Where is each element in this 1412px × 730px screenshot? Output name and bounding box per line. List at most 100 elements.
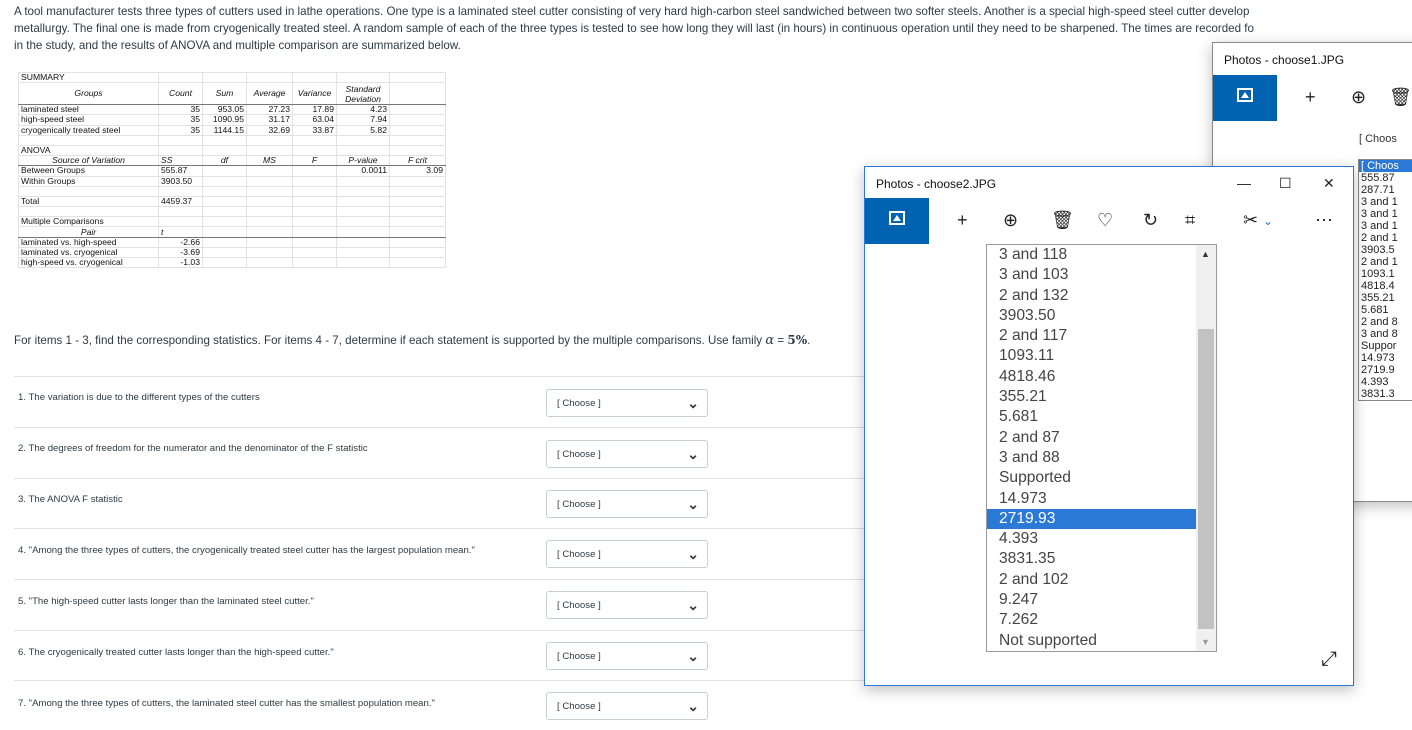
question-5-text: 5. "The high-speed cutter lasts longer t… (18, 596, 314, 607)
dropdown-option[interactable]: 2 and 8 (1359, 316, 1412, 328)
chevron-down-icon: ⌄ (687, 446, 699, 462)
dropdown-option[interactable]: 2 and 102 (987, 570, 1216, 590)
zoom-in-icon[interactable]: ⊕ (1351, 87, 1366, 108)
dropdown-list[interactable]: 3 and 118 3 and 103 2 and 132 3903.50 2 … (986, 244, 1217, 652)
summary-header: Count (158, 82, 203, 106)
multiple-cell: laminated vs. high-speed (18, 236, 159, 248)
dropdown-option-selected[interactable]: 2719.93 (987, 508, 1216, 530)
select-value: [ Choose ] (557, 549, 601, 560)
photos-toolbar: + ⊕ 🗑 (1213, 75, 1412, 121)
dropdown-option[interactable]: 555.87 (1359, 172, 1412, 184)
question-divider (14, 630, 864, 631)
summary-cell: 27.23 (246, 104, 293, 116)
select-value: [ Choose ] (557, 499, 601, 510)
dropdown-option[interactable]: 4818.46 (987, 367, 1216, 387)
dropdown-option[interactable]: Supported (987, 468, 1216, 488)
intro-line-1: A tool manufacturer tests three types of… (14, 5, 1250, 18)
close-button[interactable]: ✕ (1323, 175, 1335, 192)
expand-icon[interactable]: ⤢ (1321, 648, 1337, 671)
question-3-select[interactable]: [ Choose ] ⌄ (546, 490, 708, 518)
dropdown-option[interactable]: 3 and 1 (1359, 220, 1412, 232)
scroll-up-arrow[interactable]: ▲ (1201, 249, 1210, 259)
summary-header: Standard Deviation (336, 82, 390, 106)
dropdown-option[interactable]: 3 and 103 (987, 265, 1216, 285)
scrollbar-thumb[interactable] (1198, 329, 1214, 629)
photo-icon[interactable] (865, 198, 929, 244)
crop-icon[interactable]: ⌗ (1185, 210, 1195, 231)
summary-cell: 1144.15 (202, 124, 247, 136)
question-divider (14, 579, 864, 580)
rotate-icon[interactable]: ↻ (1143, 210, 1158, 231)
dropdown-option[interactable]: 4818.4 (1359, 280, 1412, 292)
dropdown-option[interactable]: [ Choos (1359, 160, 1412, 172)
alpha-value: 5% (787, 333, 808, 347)
anova-cell: 555.87 (158, 165, 203, 177)
dropdown-option[interactable]: 3 and 118 (987, 245, 1216, 265)
dropdown-option[interactable]: 14.973 (1359, 352, 1412, 364)
dropdown-option[interactable]: 355.21 (987, 387, 1216, 407)
photo-icon[interactable] (1213, 75, 1277, 121)
dropdown-option[interactable]: 3831.35 (987, 549, 1216, 569)
instructions: For items 1 - 3, find the corresponding … (14, 333, 810, 348)
question-4-select[interactable]: [ Choose ] ⌄ (546, 540, 708, 568)
anova-header: MS (246, 155, 293, 167)
dropdown-option[interactable]: 1093.1 (1359, 268, 1412, 280)
question-5-select[interactable]: [ Choose ] ⌄ (546, 591, 708, 619)
heart-icon[interactable]: ♡ (1097, 210, 1113, 231)
dropdown-option[interactable]: 7.262 (987, 610, 1216, 630)
add-icon[interactable]: + (957, 210, 968, 231)
dropdown-list[interactable]: [ Choos 555.87 287.71 3 and 1 3 and 1 3 … (1358, 159, 1412, 401)
dropdown-option[interactable]: 2 and 132 (987, 286, 1216, 306)
dropdown-option[interactable]: 2 and 117 (987, 326, 1216, 346)
delete-icon[interactable]: 🗑 (1389, 87, 1412, 108)
dropdown-option[interactable]: 287.71 (1359, 184, 1412, 196)
scrollbar[interactable]: ▲ ▼ (1196, 245, 1216, 651)
dropdown-option[interactable]: 2 and 1 (1359, 256, 1412, 268)
question-6-select[interactable]: [ Choose ] ⌄ (546, 642, 708, 670)
dropdown-option[interactable]: 9.247 (987, 590, 1216, 610)
dropdown-option[interactable]: 2719.9 (1359, 364, 1412, 376)
summary-cell: 35 (158, 124, 203, 136)
summary-cell: 17.89 (292, 104, 337, 116)
dropdown-option[interactable]: 3903.5 (1359, 244, 1412, 256)
summary-cell: cryogenically treated steel (18, 124, 159, 136)
dropdown-option[interactable]: 3903.50 (987, 306, 1216, 326)
dropdown-option[interactable]: 5.681 (1359, 304, 1412, 316)
dropdown-option[interactable]: 3 and 1 (1359, 196, 1412, 208)
minimize-button[interactable]: — (1237, 175, 1251, 191)
select-value: [ Choose ] (557, 600, 601, 611)
anova-cell: Within Groups (18, 175, 159, 187)
chevron-down-icon: ⌄ (687, 546, 699, 562)
scroll-down-arrow[interactable]: ▼ (1201, 637, 1210, 647)
chevron-down-icon[interactable]: ⌄ (1263, 214, 1273, 228)
dropdown-option[interactable]: 14.973 (987, 489, 1216, 509)
dropdown-option[interactable]: 3 and 8 (1359, 328, 1412, 340)
multiple-title: Multiple Comparisons (18, 216, 159, 228)
dropdown-option[interactable]: 2 and 87 (987, 428, 1216, 448)
question-2-select[interactable]: [ Choose ] ⌄ (546, 440, 708, 468)
question-1-select[interactable]: [ Choose ] ⌄ (546, 389, 708, 417)
anova-cell: Between Groups (18, 165, 159, 177)
edit-icon[interactable]: ✂ (1243, 210, 1258, 231)
question-divider (14, 376, 864, 377)
dropdown-option[interactable]: 3 and 88 (987, 448, 1216, 468)
delete-icon[interactable]: 🗑 (1051, 210, 1074, 231)
dropdown-option[interactable]: 2 and 1 (1359, 232, 1412, 244)
add-icon[interactable]: + (1305, 87, 1316, 108)
maximize-button[interactable]: ☐ (1279, 175, 1292, 192)
photos-window-choose2[interactable]: Photos - choose2.JPG — ☐ ✕ + ⊕ 🗑 ♡ ↻ ⌗ ✂… (864, 166, 1354, 686)
more-icon[interactable]: ⋯ (1315, 210, 1333, 231)
dropdown-option[interactable]: 3 and 1 (1359, 208, 1412, 220)
dropdown-option[interactable]: 355.21 (1359, 292, 1412, 304)
dropdown-option[interactable]: 4.393 (1359, 376, 1412, 388)
zoom-in-icon[interactable]: ⊕ (1003, 210, 1018, 231)
dropdown-option[interactable]: 3831.3 (1359, 388, 1412, 400)
question-7-select[interactable]: [ Choose ] ⌄ (546, 692, 708, 720)
summary-cell: 35 (158, 104, 203, 116)
dropdown-option[interactable]: Not supported (987, 631, 1216, 651)
dropdown-option[interactable]: 1093.11 (987, 346, 1216, 366)
dropdown-option[interactable]: Suppor (1359, 340, 1412, 352)
dropdown-option[interactable]: 5.681 (987, 407, 1216, 427)
summary-header: Groups (18, 82, 159, 106)
dropdown-option[interactable]: 4.393 (987, 529, 1216, 549)
